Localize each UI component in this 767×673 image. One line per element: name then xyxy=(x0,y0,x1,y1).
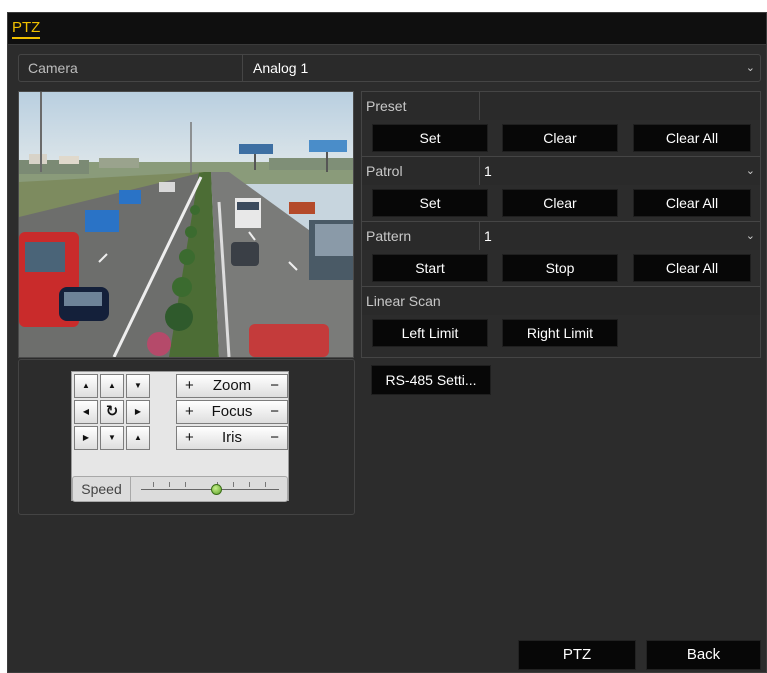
speed-tick xyxy=(185,482,186,487)
pan-up-button[interactable]: ▲ xyxy=(100,374,124,398)
window-title: PTZ xyxy=(12,20,41,39)
pattern-stop-button[interactable]: Stop xyxy=(502,254,618,282)
speed-tick xyxy=(153,482,154,487)
patrol-clear-button[interactable]: Clear xyxy=(502,189,618,217)
pan-right-button[interactable]: ▶ xyxy=(126,400,150,424)
pan-down-right-button[interactable]: ▲ xyxy=(126,426,150,450)
preset-clear-button[interactable]: Clear xyxy=(502,124,618,152)
patrol-value[interactable]: 1 xyxy=(484,157,492,185)
ptz-button[interactable]: PTZ xyxy=(518,640,636,670)
chevron-down-icon[interactable]: ⌄ xyxy=(746,55,755,81)
pan-left-button[interactable]: ◀ xyxy=(74,400,98,424)
pan-down-left-button[interactable]: ▶ xyxy=(74,426,98,450)
speed-label: Speed xyxy=(73,477,131,501)
pattern-selector[interactable]: Pattern 1 ⌄ xyxy=(361,221,761,251)
iris-close-button[interactable]: − xyxy=(270,427,279,449)
speed-tick xyxy=(265,482,266,487)
speed-tick xyxy=(249,482,250,487)
patrol-buttons: Set Clear Clear All xyxy=(361,185,761,221)
patrol-clear-all-button[interactable]: Clear All xyxy=(633,189,751,217)
patrol-label: Patrol xyxy=(362,157,480,185)
pattern-value[interactable]: 1 xyxy=(484,222,492,250)
ptz-control-panel: ▲ ▲ ▼ ◀ ↻ ▶ ▶ ▼ ▲ + Zoom − + Focus − + I… xyxy=(18,359,355,515)
video-frame-image xyxy=(19,92,353,357)
pattern-label: Pattern xyxy=(362,222,480,250)
speed-control: Speed xyxy=(72,476,288,502)
preset-set-button[interactable]: Set xyxy=(372,124,488,152)
pattern-clear-all-button[interactable]: Clear All xyxy=(633,254,751,282)
speed-tick xyxy=(233,482,234,487)
pan-up-right-button[interactable]: ▼ xyxy=(126,374,150,398)
left-limit-button[interactable]: Left Limit xyxy=(372,319,488,347)
title-bar: PTZ xyxy=(8,13,766,45)
ptz-control-pad: ▲ ▲ ▼ ◀ ↻ ▶ ▶ ▼ ▲ + Zoom − + Focus − + I… xyxy=(71,371,289,502)
camera-value[interactable]: Analog 1 xyxy=(243,55,760,81)
focus-far-button[interactable]: − xyxy=(270,401,279,423)
camera-label: Camera xyxy=(19,55,243,81)
speed-tick xyxy=(169,482,170,487)
preset-clear-all-button[interactable]: Clear All xyxy=(633,124,751,152)
speed-slider-knob[interactable] xyxy=(210,484,222,495)
pattern-buttons: Start Stop Clear All xyxy=(361,250,761,286)
pattern-start-button[interactable]: Start xyxy=(372,254,488,282)
back-button[interactable]: Back xyxy=(646,640,761,670)
chevron-down-icon[interactable]: ⌄ xyxy=(746,222,755,250)
pan-up-left-button[interactable]: ▲ xyxy=(74,374,98,398)
linear-scan-row: Linear Scan xyxy=(361,286,761,316)
preset-row: Preset xyxy=(361,91,761,121)
preset-label: Preset xyxy=(362,92,480,120)
live-video-preview xyxy=(18,91,354,358)
iris-control: + Iris − xyxy=(176,426,288,450)
patrol-set-button[interactable]: Set xyxy=(372,189,488,217)
auto-pan-icon[interactable]: ↻ xyxy=(100,400,124,424)
zoom-out-button[interactable]: − xyxy=(270,375,279,397)
linear-scan-buttons: Left Limit Right Limit xyxy=(361,315,761,358)
linear-scan-label: Linear Scan xyxy=(366,293,441,309)
focus-control: + Focus − xyxy=(176,400,288,424)
chevron-down-icon[interactable]: ⌄ xyxy=(746,157,755,185)
right-limit-button[interactable]: Right Limit xyxy=(502,319,618,347)
camera-selector[interactable]: Camera Analog 1 ⌄ xyxy=(18,54,761,82)
zoom-control: + Zoom − xyxy=(176,374,288,398)
pan-down-button[interactable]: ▼ xyxy=(100,426,124,450)
rs485-settings-button[interactable]: RS-485 Setti... xyxy=(371,365,491,395)
preset-buttons: Set Clear Clear All xyxy=(361,120,761,156)
ptz-window: PTZ Camera Analog 1 ⌄ ▲ ▲ ▼ ◀ ↻ ▶ ▶ ▼ ▲ … xyxy=(7,12,767,673)
patrol-selector[interactable]: Patrol 1 ⌄ xyxy=(361,156,761,186)
